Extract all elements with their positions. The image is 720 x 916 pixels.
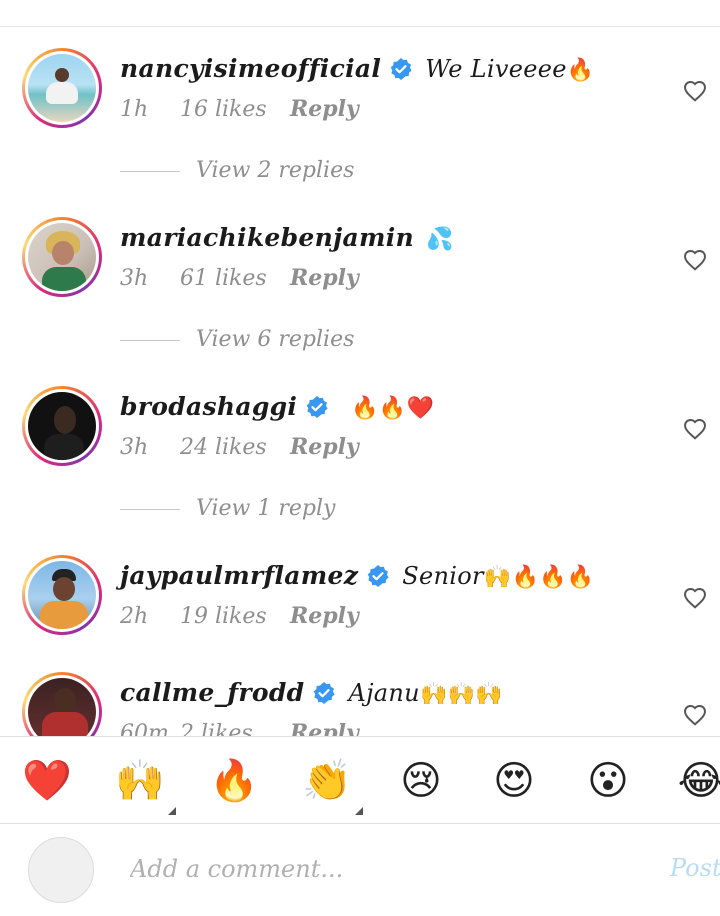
skin-tone-indicator-icon	[168, 807, 176, 815]
comment-likes[interactable]: 16 likes	[180, 97, 290, 122]
avatar-image	[28, 54, 96, 122]
comment-username-row: brodashaggi 🔥🔥❤️	[120, 392, 434, 421]
comment-likes[interactable]: 61 likes	[180, 266, 290, 291]
post-button[interactable]: Post	[670, 854, 720, 882]
comment-item: callme_frodd Ajanu🙌🙌🙌 60m 2 likes Reply	[0, 672, 720, 736]
comment-timestamp: 60m	[120, 721, 169, 736]
comments-list[interactable]: nancyisimeofficial We Liveeee🔥 1h 16 likes…	[0, 0, 720, 736]
like-heart-icon[interactable]	[682, 702, 708, 726]
reply-button[interactable]: Reply	[290, 265, 359, 291]
comment-item: jaypaulmrflamez Senior🙌🔥🔥🔥 2h 19 likes Repl…	[0, 555, 720, 675]
avatar[interactable]	[22, 672, 102, 736]
comment-meta: 3h 61 likes Reply	[120, 265, 359, 291]
reply-button[interactable]: Reply	[290, 720, 359, 736]
view-replies-divider	[120, 170, 180, 172]
view-replies-divider	[120, 339, 180, 341]
comment-text: Ajanu🙌🙌🙌	[348, 679, 504, 707]
verified-badge-icon	[314, 681, 336, 704]
emoji-fire-button[interactable]: 🔥	[208, 755, 260, 807]
comment-username[interactable]: mariachikebenjamin	[120, 223, 414, 252]
comment-timestamp: 1h	[120, 97, 149, 122]
verified-badge-icon	[306, 395, 328, 418]
quick-emoji-bar: ❤️ 🙌 🔥 👏 😢 😍 😮 😂	[0, 737, 720, 823]
emoji-crying-button[interactable]: 😢	[395, 755, 447, 807]
comment-timestamp: 3h	[120, 435, 149, 460]
avatar[interactable]	[22, 217, 102, 297]
emoji-laughing-button[interactable]: 😂	[675, 755, 720, 807]
comment-timestamp: 3h	[120, 266, 149, 291]
emoji-heart-eyes-button[interactable]: 😍	[488, 755, 540, 807]
comment-meta: 1h 16 likes Reply	[120, 96, 359, 122]
view-replies-divider	[120, 508, 180, 510]
comment-item: nancyisimeofficial We Liveeee🔥 1h 16 likes…	[0, 48, 720, 168]
comment-meta: 2h 19 likes Reply	[120, 603, 359, 629]
avatar-image	[28, 561, 96, 629]
comment-username-row: callme_frodd Ajanu🙌🙌🙌	[120, 678, 503, 707]
verified-badge-icon	[390, 57, 412, 80]
comment-likes[interactable]: 19 likes	[180, 604, 290, 629]
comment-item: brodashaggi 🔥🔥❤️ 3h 24 likes Reply	[0, 386, 720, 506]
comment-text: 💦	[425, 227, 454, 252]
comment-item: mariachikebenjamin 💦 3h 61 likes Reply	[0, 217, 720, 337]
comment-username[interactable]: jaypaulmrflamez	[120, 561, 358, 590]
view-replies-button[interactable]: View 2 replies	[120, 158, 354, 183]
comment-composer: Post	[0, 824, 720, 916]
reply-button[interactable]: Reply	[290, 96, 359, 122]
comment-username-row: nancyisimeofficial We Liveeee🔥	[120, 54, 594, 83]
avatar-image	[28, 392, 96, 460]
comment-username[interactable]: brodashaggi	[120, 392, 297, 421]
like-heart-icon[interactable]	[682, 416, 708, 440]
skin-tone-indicator-icon	[355, 807, 363, 815]
emoji-surprised-button[interactable]: 😮	[582, 755, 634, 807]
comment-input[interactable]	[130, 846, 630, 892]
reply-button[interactable]: Reply	[290, 603, 359, 629]
like-heart-icon[interactable]	[682, 247, 708, 271]
emoji-clapping-button[interactable]: 👏	[301, 755, 363, 815]
like-heart-icon[interactable]	[682, 78, 708, 102]
avatar-image	[28, 678, 96, 736]
comment-username-row: jaypaulmrflamez Senior🙌🔥🔥🔥	[120, 561, 595, 590]
comment-text: Senior🙌🔥🔥🔥	[402, 562, 595, 590]
comment-likes[interactable]: 24 likes	[180, 435, 290, 460]
current-user-avatar	[28, 837, 94, 903]
comment-meta: 60m 2 likes Reply	[120, 720, 359, 736]
comment-username-row: mariachikebenjamin 💦	[120, 223, 454, 252]
view-replies-button[interactable]: View 1 reply	[120, 496, 335, 521]
view-replies-button[interactable]: View 6 replies	[120, 327, 354, 352]
avatar-image	[28, 223, 96, 291]
avatar[interactable]	[22, 386, 102, 466]
comment-username[interactable]: callme_frodd	[120, 678, 304, 707]
emoji-heart-button[interactable]: ❤️	[21, 755, 73, 807]
comment-username[interactable]: nancyisimeofficial	[120, 54, 381, 83]
comment-likes[interactable]: 2 likes	[180, 721, 290, 736]
avatar[interactable]	[22, 48, 102, 128]
emoji-raising-hands-button[interactable]: 🙌	[114, 755, 176, 815]
verified-badge-icon	[367, 564, 389, 587]
like-heart-icon[interactable]	[682, 585, 708, 609]
reply-button[interactable]: Reply	[290, 434, 359, 460]
comment-timestamp: 2h	[120, 604, 149, 629]
comment-meta: 3h 24 likes Reply	[120, 434, 359, 460]
comment-text: We Liveeee🔥	[425, 55, 595, 83]
avatar[interactable]	[22, 555, 102, 635]
comment-text: 🔥🔥❤️	[351, 396, 435, 421]
